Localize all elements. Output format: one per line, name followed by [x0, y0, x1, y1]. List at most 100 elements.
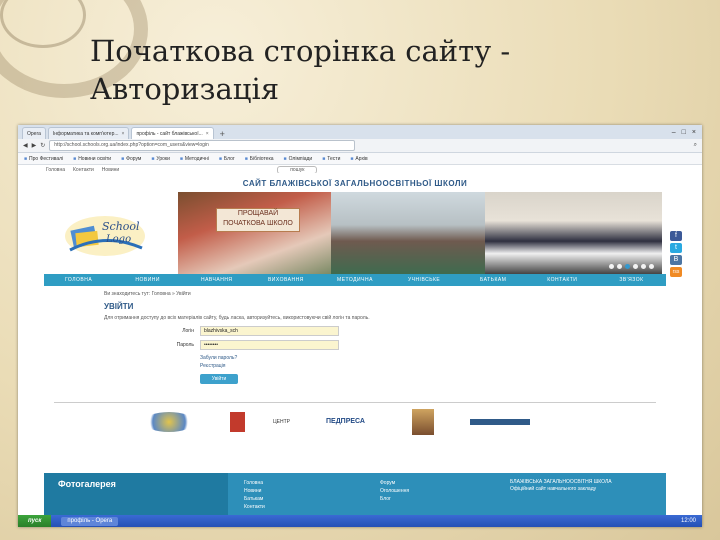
slide-dot[interactable] [649, 264, 654, 269]
slide-dot[interactable] [609, 264, 614, 269]
nav-item[interactable]: НОВИНИ [113, 277, 182, 283]
partner-label: ЦЕНТР [272, 419, 290, 425]
logo-text-2: Logo [105, 234, 131, 245]
minimize-icon[interactable]: – [672, 129, 676, 136]
bookmark-item[interactable]: Методичні [180, 156, 209, 162]
site-page: САЙТ БЛАЖІВСЬКОЇ ЗАГАЛЬНООСВІТНЬОЇ ШКОЛИ… [44, 173, 682, 527]
bookmark-item[interactable]: Архів [350, 156, 367, 162]
footer-link[interactable]: Блог [380, 495, 500, 503]
password-row: Пароль •••••••• [44, 340, 666, 350]
bookmark-item[interactable]: Олімпіади [284, 156, 313, 162]
footer-school-text: Офіційний сайт навчального закладу [510, 486, 597, 492]
footer-school-title: БЛАЖІВСЬКА ЗАГАЛЬНООСВІТНЯ ШКОЛА [510, 479, 612, 485]
facebook-icon[interactable]: f [670, 231, 682, 241]
photo-sign: ПРОЩАВАЙ ПОЧАТКОВА ШКОЛО [216, 208, 300, 232]
address-input[interactable]: http://school.schools.org.ua/index.php?o… [49, 140, 356, 151]
login-submit-button[interactable]: Увійти [200, 374, 238, 384]
close-icon[interactable]: × [122, 131, 125, 137]
login-label: Логін [182, 328, 194, 334]
taskbar-clock: 12:00 [680, 518, 696, 524]
nav-item[interactable]: ГОЛОВНА [44, 277, 113, 283]
browser-tab-2[interactable]: профіль - сайт блажівської... × [131, 127, 214, 139]
banner-slideshow[interactable]: ПРОЩАВАЙ ПОЧАТКОВА ШКОЛО [178, 192, 662, 274]
browser-tab-0[interactable]: Opera [22, 127, 46, 139]
forward-icon[interactable]: ▶ [32, 142, 37, 149]
nav-item[interactable]: МЕТОДИЧНА [320, 277, 389, 283]
partner-logo-center[interactable]: ЦЕНТР [230, 412, 290, 432]
logo-text-1: School [102, 220, 140, 233]
site-banner: School Logo ПРОЩАВАЙ ПОЧАТКОВА ШКОЛО [44, 192, 666, 274]
reload-icon[interactable]: ↻ [40, 142, 45, 149]
login-instructions: Для отримання доступу до всіх матеріалів… [104, 315, 370, 321]
rss-icon[interactable]: rss [670, 267, 682, 277]
bookmark-item[interactable]: Про Фестивалі [24, 156, 63, 162]
slide-dot[interactable] [633, 264, 638, 269]
search-icon[interactable]: ⌕ [694, 142, 697, 149]
close-window-icon[interactable]: × [692, 129, 696, 136]
site-title: САЙТ БЛАЖІВСЬКОЇ ЗАГАЛЬНООСВІТНЬОЇ ШКОЛИ [242, 179, 468, 188]
maximize-icon[interactable]: □ [682, 129, 686, 136]
slide-dot[interactable] [641, 264, 646, 269]
divider [54, 402, 656, 403]
bookmark-item[interactable]: Форум [121, 156, 141, 162]
partner-logo-osvita[interactable] [144, 412, 194, 432]
bookmarks-bar: Про Фестивалі Новини освіти Форум Уроки … [18, 153, 702, 165]
footer-link[interactable]: Оголошення [380, 487, 500, 495]
login-input[interactable]: blazhivska_sch [200, 326, 339, 336]
nav-item[interactable]: УЧНІВСЬКЕ [390, 277, 459, 283]
partner-logos: ЦЕНТР ПЕДПРЕСА [144, 407, 666, 437]
partner-logo-banner[interactable] [470, 419, 530, 425]
toplink[interactable]: Головна [46, 167, 65, 173]
toplink[interactable]: Контакти [73, 167, 94, 173]
password-label: Пароль [176, 342, 194, 348]
twitter-icon[interactable]: t [670, 243, 682, 253]
slide-dot[interactable] [617, 264, 622, 269]
footer-link[interactable]: Форум [380, 479, 500, 487]
bookmark-item[interactable]: Уроки [151, 156, 170, 162]
tab-label: профіль - сайт блажівської... [136, 130, 203, 137]
toplink[interactable]: Новини [102, 167, 119, 173]
footer-link[interactable]: Новини [244, 487, 364, 495]
breadcrumb: Ви знаходитесь тут: Головна » Увійти [104, 291, 191, 297]
browser-tab-1[interactable]: Інформатика та комп'ютер... × [47, 127, 130, 139]
bookmark-item[interactable]: Бібліотека [245, 156, 274, 162]
bookmark-item[interactable]: Тести [322, 156, 340, 162]
close-icon[interactable]: × [206, 131, 209, 137]
browser-screenshot: Opera Інформатика та комп'ютер... × проф… [18, 125, 702, 527]
back-icon[interactable]: ◀ [23, 142, 28, 149]
login-row: Логін blazhivska_sch [44, 326, 666, 336]
site-navbar: ГОЛОВНА НОВИНИ НАВЧАННЯ ВИХОВАННЯ МЕТОДИ… [44, 274, 666, 286]
footer-link[interactable]: Головна [244, 479, 364, 487]
nav-item[interactable]: БАТЬКАМ [459, 277, 528, 283]
banner-photo-children [485, 192, 662, 274]
password-input[interactable]: •••••••• [200, 340, 339, 350]
tab-label: Opera [27, 130, 41, 137]
nav-item[interactable]: ВИХОВАННЯ [251, 277, 320, 283]
school-logo[interactable]: School Logo [60, 202, 150, 262]
partner-logo-icon[interactable] [412, 409, 434, 435]
banner-photo-graduation: ПРОЩАВАЙ ПОЧАТКОВА ШКОЛО [178, 192, 331, 274]
slide-title-line1: Початкова сторінка сайту - [90, 34, 511, 68]
social-links: f t В rss [670, 231, 682, 277]
login-heading: УВІЙТИ [104, 302, 134, 311]
slide-title-line2: Авторизація [90, 72, 280, 106]
vk-icon[interactable]: В [670, 255, 682, 265]
new-tab-icon[interactable]: + [216, 129, 229, 139]
bookmark-item[interactable]: Блог [219, 156, 235, 162]
browser-tab-bar: Opera Інформатика та комп'ютер... × проф… [18, 125, 702, 139]
banner-photo-teachers [331, 192, 485, 274]
nav-item[interactable]: НАВЧАННЯ [182, 277, 251, 283]
register-link[interactable]: Реєстрація [200, 362, 666, 370]
forgot-password-link[interactable]: Забули пароль? [200, 354, 666, 362]
partner-logo-pedpresa[interactable]: ПЕДПРЕСА [326, 412, 376, 432]
footer-link[interactable]: Батькам [244, 495, 364, 503]
footer-link[interactable]: Контакти [244, 503, 364, 511]
taskbar-item-browser[interactable]: профіль - Opera [61, 516, 119, 526]
slideshow-dots[interactable] [609, 264, 654, 269]
nav-item[interactable]: ЗВ'ЯЗОК [597, 277, 666, 283]
bookmark-item[interactable]: Новини освіти [73, 156, 111, 162]
nav-item[interactable]: КОНТАКТИ [528, 277, 597, 283]
windows-taskbar: пуск профіль - Opera 12:00 [18, 515, 702, 527]
slide-dot-active[interactable] [625, 264, 630, 269]
start-button[interactable]: пуск [18, 515, 52, 527]
